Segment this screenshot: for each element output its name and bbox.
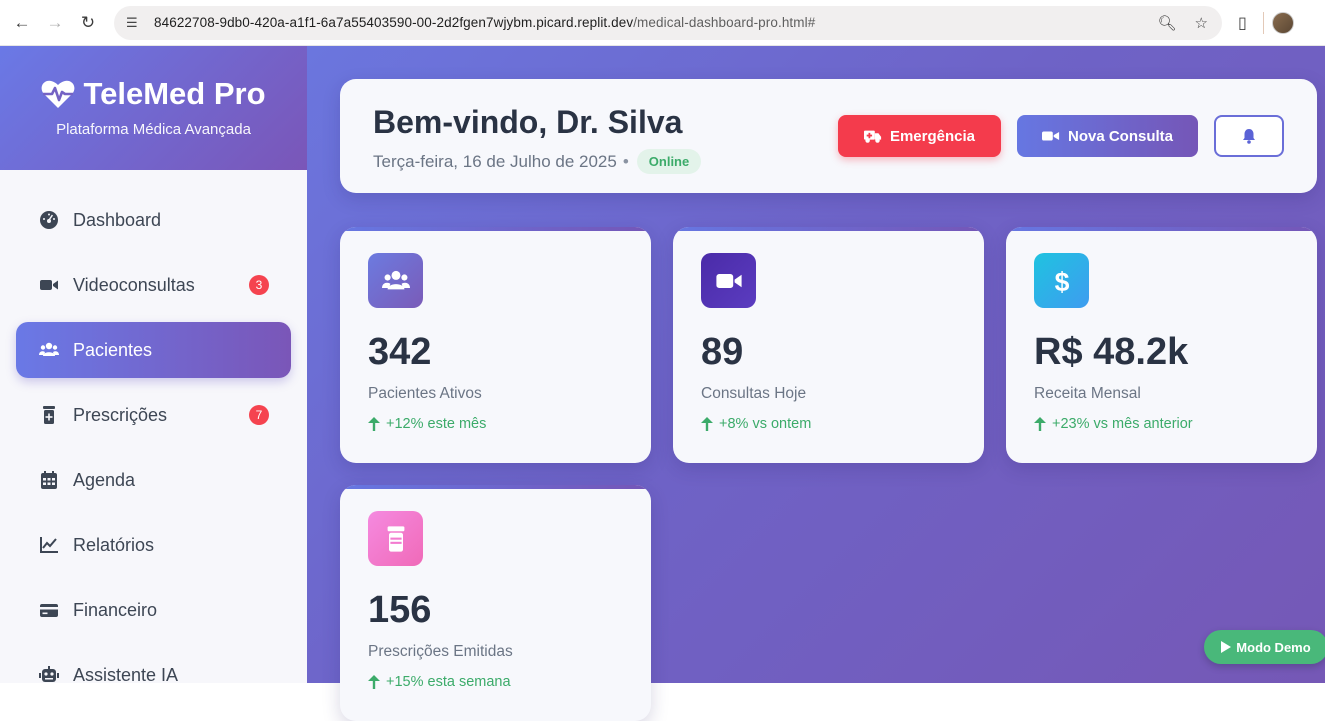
sidebar-item-agenda[interactable]: Agenda <box>16 452 291 508</box>
calendar-icon <box>38 469 60 491</box>
users-icon <box>38 339 60 361</box>
heart-pulse-icon <box>42 80 75 108</box>
video-icon <box>38 274 60 296</box>
new-consult-button[interactable]: Nova Consulta <box>1017 115 1198 157</box>
sidebar-item-label: Dashboard <box>73 209 162 230</box>
stat-card-receita[interactable]: $ R$ 48.2k Receita Mensal +23% vs mês an… <box>1006 227 1317 463</box>
forward-icon[interactable]: → <box>41 9 69 37</box>
page-title: Bem-vindo, Dr. Silva <box>373 104 683 140</box>
chart-line-icon <box>38 534 60 556</box>
prescription-icon <box>38 404 60 426</box>
stat-label: Consultas Hoje <box>701 385 807 402</box>
main-content: Bem-vindo, Dr. Silva Terça-feira, 16 de … <box>307 46 1325 721</box>
arrow-up-icon <box>368 675 380 689</box>
reload-icon[interactable]: ↻ <box>74 9 102 37</box>
emergency-button[interactable]: Emergência <box>838 115 1001 157</box>
sidebar-item-label: Pacientes <box>73 339 153 360</box>
bell-icon <box>1243 129 1255 144</box>
stat-label: Prescrições Emitidas <box>368 643 513 660</box>
stat-value: R$ 48.2k <box>1034 331 1189 373</box>
sidebar-item-label: Prescrições <box>73 404 168 425</box>
sidebar-header: TeleMed Pro Plataforma Médica Avançada <box>0 46 307 170</box>
sidebar-item-financeiro[interactable]: Financeiro <box>16 582 291 638</box>
sidebar-item-label: Relatórios <box>73 534 155 555</box>
status-badge: Online <box>636 149 702 174</box>
ambulance-icon <box>863 130 882 143</box>
stat-trend: +8% vs ontem <box>701 416 811 432</box>
new-consult-button-label: Nova Consulta <box>1067 127 1173 145</box>
video-icon <box>1041 131 1060 141</box>
extensions-icon[interactable]: ▯ <box>1238 13 1247 33</box>
bookmark-star-icon[interactable]: ☆ <box>1195 14 1208 32</box>
sidebar-item-dashboard[interactable]: Dashboard <box>16 192 291 248</box>
brand-name: TeleMed Pro <box>83 76 266 111</box>
welcome-header: Bem-vindo, Dr. Silva Terça-feira, 16 de … <box>340 79 1317 193</box>
stat-card-prescricoes[interactable]: 156 Prescrições Emitidas +15% esta seman… <box>340 485 651 721</box>
stat-value: 89 <box>701 331 744 373</box>
separator-dot: • <box>622 151 629 171</box>
zoom-icon[interactable]: 🔍︎ <box>1158 14 1177 32</box>
sidebar-item-label: Agenda <box>73 469 136 490</box>
brand: TeleMed Pro <box>0 76 307 112</box>
credit-card-icon <box>38 599 60 621</box>
notifications-button[interactable] <box>1214 115 1284 157</box>
video-icon <box>701 253 756 308</box>
stat-trend-text: +8% vs ontem <box>719 416 812 432</box>
play-icon <box>1221 641 1232 653</box>
stat-value: 156 <box>368 589 432 631</box>
stat-trend: +23% vs mês anterior <box>1034 416 1193 432</box>
dashboard-icon <box>38 209 60 231</box>
arrow-up-icon <box>1034 417 1046 431</box>
app: TeleMed Pro Plataforma Médica Avançada D… <box>0 46 1325 721</box>
stat-trend: +15% esta semana <box>368 674 511 690</box>
arrow-up-icon <box>701 417 713 431</box>
sidebar-item-assistente-ia[interactable]: Assistente IA <box>16 647 291 703</box>
sidebar-menu: Dashboard Videoconsultas 3 Pacientes Pre… <box>0 170 307 703</box>
notification-badge: 3 <box>249 275 269 295</box>
emergency-button-label: Emergência <box>889 127 976 145</box>
stat-trend: +12% este mês <box>368 416 486 432</box>
sidebar-item-pacientes[interactable]: Pacientes <box>16 322 291 378</box>
address-bar[interactable]: ☰ 84622708-9db0-420a-a1f1-6a7a55403590-0… <box>114 5 1222 40</box>
sidebar-item-relatorios[interactable]: Relatórios <box>16 517 291 573</box>
back-icon[interactable]: ← <box>8 9 36 37</box>
sidebar-item-label: Videoconsultas <box>73 274 195 295</box>
stat-trend-text: +12% este mês <box>386 416 487 432</box>
brand-tagline: Plataforma Médica Avançada <box>56 121 251 138</box>
svg-text:$: $ <box>1054 267 1069 295</box>
sidebar-item-label: Financeiro <box>73 599 158 620</box>
stat-trend-text: +15% esta semana <box>386 674 511 690</box>
stat-card-consultas[interactable]: 89 Consultas Hoje +8% vs ontem <box>673 227 984 463</box>
toolbar-divider <box>1262 11 1264 34</box>
profile-avatar[interactable] <box>1271 11 1294 34</box>
notification-badge: 7 <box>249 405 269 425</box>
dollar-icon: $ <box>1034 253 1089 308</box>
demo-mode-label: Modo Demo <box>1236 639 1311 655</box>
browser-toolbar: ← → ↻ ☰ 84622708-9db0-420a-a1f1-6a7a5540… <box>0 0 1325 46</box>
stat-label: Pacientes Ativos <box>368 385 482 402</box>
url-text: 84622708-9db0-420a-a1f1-6a7a55403590-00-… <box>154 15 816 30</box>
sidebar-item-label: Assistente IA <box>73 664 179 685</box>
arrow-up-icon <box>368 417 380 431</box>
sidebar-item-prescricoes[interactable]: Prescrições 7 <box>16 387 291 443</box>
stat-label: Receita Mensal <box>1034 385 1141 402</box>
stat-value: 342 <box>368 331 432 373</box>
pill-bottle-icon <box>368 511 423 566</box>
stat-card-pacientes[interactable]: 342 Pacientes Ativos +12% este mês <box>340 227 651 463</box>
sidebar: TeleMed Pro Plataforma Médica Avançada D… <box>0 46 307 685</box>
sidebar-item-videoconsultas[interactable]: Videoconsultas 3 <box>16 257 291 313</box>
demo-mode-button[interactable]: Modo Demo <box>1204 630 1325 664</box>
site-info-icon[interactable]: ☰ <box>126 15 142 31</box>
stat-trend-text: +23% vs mês anterior <box>1052 416 1193 432</box>
users-icon <box>368 253 423 308</box>
current-date: Terça-feira, 16 de Julho de 2025 <box>373 151 617 171</box>
date-line: Terça-feira, 16 de Julho de 2025 • Onlin… <box>373 149 702 174</box>
